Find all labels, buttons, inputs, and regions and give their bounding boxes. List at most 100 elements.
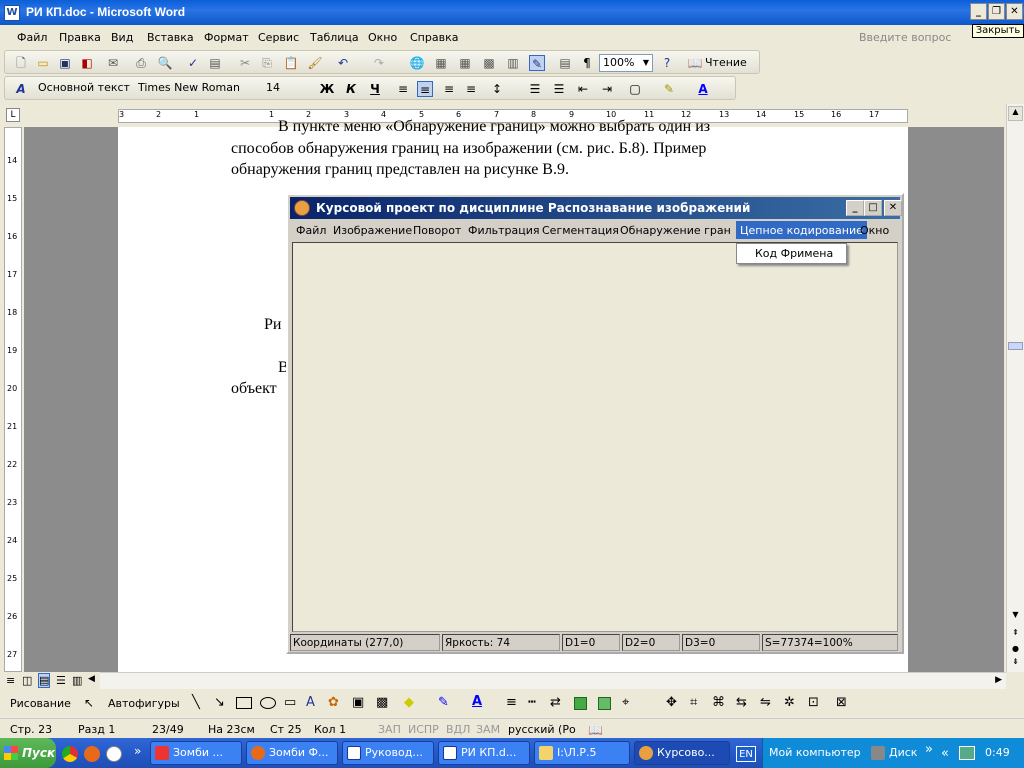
print-preview-icon[interactable]: 🔍 xyxy=(157,55,173,71)
start-button[interactable]: Пуск xyxy=(0,738,56,768)
app-menu-edges[interactable]: Обнаружение границ xyxy=(620,224,730,237)
textbox-icon[interactable]: ▭ xyxy=(284,695,296,710)
minimize-button[interactable]: _ xyxy=(970,3,987,20)
font-size-select[interactable]: 14 xyxy=(263,80,307,98)
toolbar-more-icon[interactable]: » xyxy=(925,742,933,757)
arrow-icon[interactable]: ↘ xyxy=(214,695,225,710)
chrome-icon[interactable] xyxy=(62,746,78,762)
undo-icon[interactable]: ↶ xyxy=(335,55,351,71)
tables-borders-icon[interactable]: ▦ xyxy=(433,55,449,71)
menu-window[interactable]: Окно xyxy=(368,31,397,44)
redo-icon[interactable]: ↷ xyxy=(371,55,387,71)
draw-tool-1-icon[interactable]: ✥ xyxy=(666,695,677,710)
oval-icon[interactable] xyxy=(260,697,276,709)
show-formatting-icon[interactable]: ¶ xyxy=(579,55,595,71)
app-menu-image[interactable]: Изображение xyxy=(333,224,412,237)
line-icon[interactable]: ╲ xyxy=(192,695,200,710)
arrow-style-icon[interactable]: ⇄ xyxy=(550,695,561,710)
messenger-icon[interactable] xyxy=(106,746,122,762)
scroll-thumb[interactable] xyxy=(1008,342,1023,350)
research-icon[interactable]: ▤ xyxy=(207,55,223,71)
new-document-icon[interactable]: 🗋 xyxy=(13,55,29,71)
line-spacing-icon[interactable]: ↕ xyxy=(489,81,505,97)
drawing-toggle-icon[interactable]: ✎ xyxy=(529,55,545,71)
app-icon[interactable] xyxy=(294,200,310,216)
style-select[interactable]: Основной текст xyxy=(35,80,133,98)
reading-view-icon[interactable]: ▥ xyxy=(72,674,82,687)
horizontal-scrollbar[interactable]: ▶ xyxy=(100,672,1006,689)
insert-excel-icon[interactable]: ▩ xyxy=(481,55,497,71)
font-color-icon[interactable]: A xyxy=(695,81,711,97)
format-painter-icon[interactable]: 🖌 xyxy=(307,55,323,71)
task-word-doc[interactable]: РИ КП.d... xyxy=(438,741,530,765)
close-button[interactable]: ✕ xyxy=(1006,3,1023,20)
browse-object-icon[interactable]: ● xyxy=(1008,644,1023,656)
paste-icon[interactable]: 📋 xyxy=(283,55,299,71)
my-computer-toolbar[interactable]: Мой компьютер xyxy=(769,746,861,759)
app-client-area[interactable] xyxy=(292,242,898,632)
columns-icon[interactable]: ▥ xyxy=(505,55,521,71)
draw-tool-3-icon[interactable]: ⌘ xyxy=(712,695,725,710)
fill-color-icon[interactable]: ◆ xyxy=(404,695,414,710)
word-title-bar[interactable]: W РИ КП.doc - Microsoft Word _ ❐ ✕ xyxy=(0,0,1024,25)
menu-format[interactable]: Формат xyxy=(204,31,249,44)
select-multiple-icon[interactable]: ⌖ xyxy=(622,695,629,710)
language-indicator[interactable]: EN xyxy=(736,746,756,762)
menu-edit[interactable]: Правка xyxy=(59,31,101,44)
decrease-indent-icon[interactable]: ⇤ xyxy=(575,81,591,97)
menu-insert[interactable]: Вставка xyxy=(147,31,194,44)
reading-icon[interactable]: 📖 xyxy=(687,55,703,71)
draw-tool-5-icon[interactable]: ⇋ xyxy=(760,695,771,710)
document-map-icon[interactable]: ▤ xyxy=(557,55,573,71)
clipart-icon[interactable]: ▣ xyxy=(352,695,364,710)
spelling-icon[interactable]: ✓ xyxy=(185,55,201,71)
task-zombie-2[interactable]: Зомби Ф... xyxy=(246,741,338,765)
select-objects-icon[interactable]: ↖ xyxy=(84,696,94,710)
print-icon[interactable]: ⎙ xyxy=(133,55,149,71)
menu-item-freeman-code[interactable]: Код Фримена xyxy=(755,247,833,260)
scroll-left-icon[interactable]: ◀ xyxy=(88,674,95,684)
clock[interactable]: 0:49 xyxy=(985,746,1010,759)
font-color-draw-icon[interactable]: A xyxy=(472,694,482,709)
draw-tool-2-icon[interactable]: ⌗ xyxy=(690,695,697,710)
app-menu-segmentation[interactable]: Сегментация xyxy=(542,224,619,237)
copy-icon[interactable]: ⎘ xyxy=(259,55,275,71)
tab-selector[interactable]: L xyxy=(6,108,20,122)
reading-button[interactable]: Чтение xyxy=(705,56,747,69)
tray-expand-icon[interactable]: « xyxy=(941,746,949,761)
draw-tool-6-icon[interactable]: ✲ xyxy=(784,695,795,710)
zoom-select[interactable]: 100% ▼ xyxy=(599,54,653,72)
help-icon[interactable]: ? xyxy=(659,55,675,71)
permission-icon[interactable]: ◧ xyxy=(79,55,95,71)
app-menu-chain-code[interactable]: Цепное кодирование xyxy=(736,221,867,239)
menu-table[interactable]: Таблица xyxy=(310,31,359,44)
scroll-up-icon[interactable]: ▲ xyxy=(1008,106,1023,121)
scroll-down-icon[interactable]: ▼ xyxy=(1008,610,1023,625)
app-window[interactable]: Курсовой проект по дисциплине Распознава… xyxy=(286,193,904,654)
firefox-icon[interactable] xyxy=(84,746,100,762)
task-guide[interactable]: Руковод... xyxy=(342,741,434,765)
autoshapes-button[interactable]: Автофигуры xyxy=(108,697,180,710)
picture-icon[interactable]: ▩ xyxy=(376,695,388,710)
align-right-icon[interactable]: ≡ xyxy=(441,81,457,97)
hyperlink-icon[interactable]: 🌐 xyxy=(409,55,425,71)
scroll-right-icon[interactable]: ▶ xyxy=(995,675,1002,685)
app-menu-rotate[interactable]: Поворот xyxy=(413,224,461,237)
dash-style-icon[interactable]: ┅ xyxy=(528,695,536,710)
cut-icon[interactable]: ✂ xyxy=(237,55,253,71)
draw-menu-button[interactable]: Рисование xyxy=(10,697,71,710)
app-menu-filter[interactable]: Фильтрация xyxy=(468,224,540,237)
styles-icon[interactable]: A xyxy=(13,81,29,97)
borders-icon[interactable]: ▢ xyxy=(627,81,643,97)
vertical-ruler[interactable]: 14 15 16 17 18 19 20 21 22 23 24 25 26 27 xyxy=(4,127,22,672)
justify-icon[interactable]: ≡ xyxy=(463,81,479,97)
network-icon[interactable] xyxy=(959,746,975,760)
draw-tool-4-icon[interactable]: ⇆ xyxy=(736,695,747,710)
status-trk[interactable]: ИСПР xyxy=(408,723,439,736)
insert-table-icon[interactable]: ▦ xyxy=(457,55,473,71)
underline-icon[interactable]: Ч xyxy=(367,81,383,97)
menu-file[interactable]: Файл xyxy=(17,31,47,44)
menu-help[interactable]: Справка xyxy=(410,31,458,44)
align-left-icon[interactable]: ≡ xyxy=(395,81,411,97)
disk-toolbar[interactable]: Диск xyxy=(889,746,917,759)
